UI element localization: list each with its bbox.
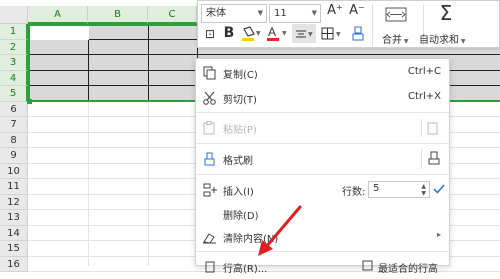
annotation-arrow [258,205,302,256]
